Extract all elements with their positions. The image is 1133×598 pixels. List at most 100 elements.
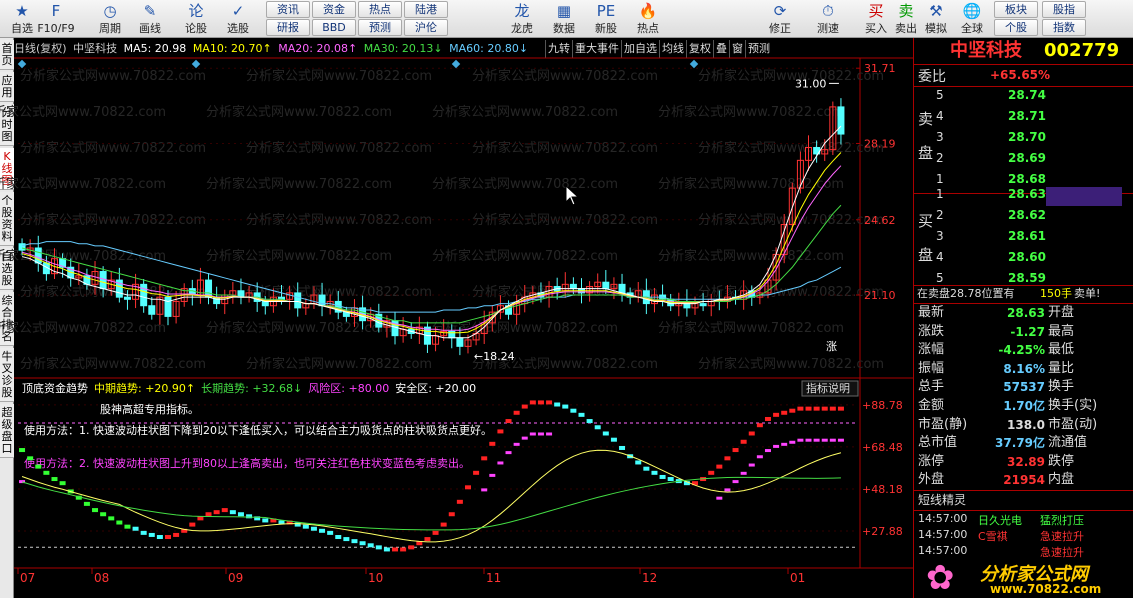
stat-label: 市盈(静)	[918, 416, 968, 432]
stat-label2: 换手(实)	[1048, 398, 1098, 413]
toolbar-btn-15[interactable]: 🌐 全球	[952, 0, 992, 38]
indicator-bar	[813, 406, 820, 411]
indicator-bar	[116, 520, 123, 525]
indicator-bar2	[521, 436, 528, 440]
weibi-label: 委比	[918, 69, 946, 85]
sell-level: 4	[936, 109, 944, 123]
watermark: 分析家公式网www.70822.com	[20, 284, 206, 300]
elf-action: 急速拉升	[1040, 530, 1084, 543]
event-marker[interactable]	[451, 59, 461, 69]
indicator-axis-label: +68.48	[862, 441, 903, 454]
logo-url: www.70822.com	[990, 582, 1102, 596]
sell-label-1: 卖	[918, 110, 934, 128]
indicator-bar2	[764, 449, 771, 453]
stat-label: 涨停	[918, 453, 945, 469]
indicator-bar	[837, 406, 844, 411]
buy1-highlight	[1046, 187, 1122, 206]
flower-icon: ✿	[926, 558, 955, 598]
event-marker[interactable]	[191, 59, 201, 69]
indicator-bar	[570, 408, 577, 413]
quote-panel: 中坚科技 002779 委比 +65.65% 卖盘 5 28.74 4 28.71 3 28.70 2…	[913, 38, 1133, 598]
stat-value: 37.79亿	[995, 436, 1045, 451]
stat-value: -1.27	[1010, 324, 1045, 339]
toolbar-small-6-0[interactable]: 股指	[1042, 1, 1086, 18]
indicator-title: 顶底资金趋势	[22, 381, 88, 395]
candle-body	[699, 303, 707, 307]
stat-value: 8.16%	[1003, 361, 1045, 376]
watermark: 分析家公式网www.70822.com	[698, 140, 884, 156]
event-marker[interactable]	[17, 59, 27, 69]
buy-label-2: 盘	[918, 246, 934, 264]
candle-body	[18, 243, 26, 251]
month-label: 01	[790, 571, 805, 585]
watermark: 分析家公式网www.70822.com	[432, 104, 618, 120]
indicator-bar	[781, 410, 788, 415]
buy-price: 28.59	[1008, 271, 1046, 285]
indicator-bar	[327, 530, 334, 535]
stat-label: 振幅	[918, 360, 945, 376]
indicator-bar	[546, 400, 553, 405]
elf-time: 14:57:00	[918, 544, 968, 557]
high-price-mark: 31.00	[795, 77, 827, 90]
indicator-bar	[92, 508, 99, 513]
buy-level: 2	[936, 208, 944, 222]
toolbar-btn-14[interactable]: ⚒ 模拟	[916, 0, 956, 38]
toolbar-small-5-1[interactable]: 个股	[994, 19, 1038, 36]
stat-label: 总市值	[918, 435, 958, 451]
indicator-bar	[27, 456, 34, 461]
indicator-bar	[651, 470, 658, 475]
watermark: 分析家公式网www.70822.com	[0, 104, 166, 120]
toolbar-small-6-1[interactable]: 指数	[1042, 19, 1086, 36]
sep	[914, 510, 1133, 511]
indicator-bar2	[513, 442, 520, 446]
indicator-bar	[821, 406, 828, 411]
candle-body	[148, 305, 156, 315]
indicator-bar2	[837, 438, 844, 442]
indicator-bar	[205, 512, 212, 517]
stock-title: 中坚科技	[950, 40, 1022, 61]
watermark: 分析家公式网www.70822.com	[472, 68, 658, 84]
toolbar-small-5-0[interactable]: 板块	[994, 1, 1038, 18]
indicator-bar	[310, 526, 317, 531]
indicator-bar2	[537, 432, 544, 436]
stat-value: 32.89	[1007, 454, 1045, 469]
indicator-bar	[562, 404, 569, 409]
kline-chart[interactable]: 分析家公式网www.70822.com 分析家公式网www.70822.com 分析…	[0, 0, 913, 598]
candle-body	[294, 292, 302, 309]
event-marker[interactable]	[689, 59, 699, 69]
indicator-bar2	[724, 488, 731, 492]
watermark: 分析家公式网www.70822.com	[20, 212, 206, 228]
watermark: 分析家公式网www.70822.com	[20, 140, 206, 156]
indicator-note3: 使用方法：2. 快速波动柱状图上升到80以上逢高卖出，也可关注红色柱状变蓝色考虑…	[24, 456, 470, 470]
indicator-note2: 使用方法：1. 快速波动柱状图下降到20以下逢低买入，可以结合主力吸货点的柱状吸…	[24, 423, 492, 437]
watermark: 分析家公式网www.70822.com	[658, 176, 844, 192]
indicator-bar2	[748, 463, 755, 467]
watermark: 分析家公式网www.70822.com	[206, 176, 392, 192]
watermark: 分析家公式网www.70822.com	[246, 68, 432, 84]
indicator-bar	[789, 408, 796, 413]
indicator-bar	[148, 532, 155, 537]
indicator-bar	[400, 547, 407, 552]
elf-action: 猛烈打压	[1040, 514, 1084, 527]
price-axis-label: 21.10	[864, 289, 896, 302]
sell-price: 28.74	[1008, 88, 1046, 102]
stat-label2: 内盘	[1048, 472, 1075, 488]
indicator-bar2	[497, 461, 504, 465]
indicator-bar2	[829, 438, 836, 442]
candle-body	[261, 300, 269, 307]
watermark: 分析家公式网www.70822.com	[432, 176, 618, 192]
indicator-bar	[513, 410, 520, 415]
candle-body	[837, 106, 845, 135]
toolbar-label-15: 全球	[961, 22, 983, 35]
indicator-bar	[748, 431, 755, 436]
stat-label: 涨跌	[918, 323, 945, 339]
indicator-bar2	[505, 451, 512, 455]
watermark: 分析家公式网www.70822.com	[472, 140, 658, 156]
indicator-bar	[43, 470, 50, 475]
indicator-bar	[383, 547, 390, 552]
indicator-bar	[197, 516, 204, 521]
stat-label2: 开盘	[1048, 305, 1075, 320]
buy-level: 5	[936, 271, 944, 285]
indicator-safe: 安全区: +20.00	[395, 381, 476, 395]
indicator-bar	[351, 539, 358, 544]
